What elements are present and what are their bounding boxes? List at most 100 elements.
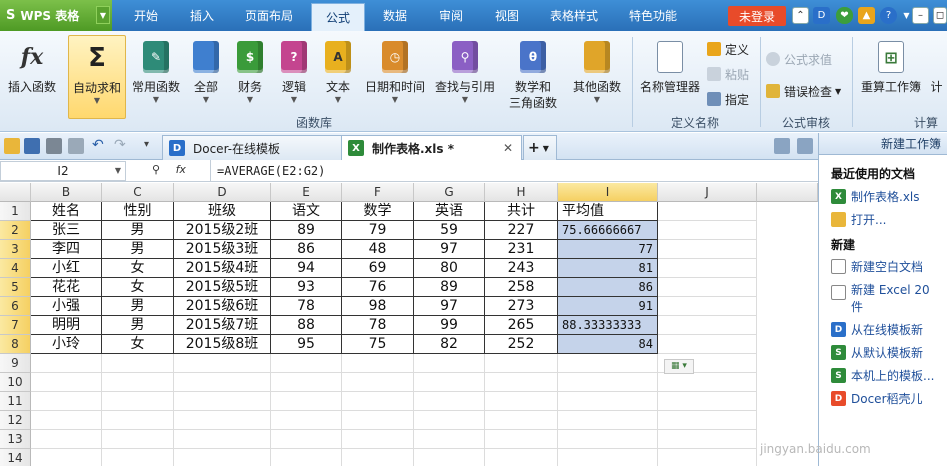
table-cell[interactable] bbox=[558, 430, 658, 449]
table-cell[interactable]: 82 bbox=[414, 335, 485, 354]
table-cell[interactable]: 75 bbox=[342, 335, 414, 354]
name-manager-button[interactable]: 名称管理器 bbox=[636, 35, 704, 119]
table-cell[interactable]: 84 bbox=[558, 335, 658, 354]
table-cell[interactable]: 小玲 bbox=[31, 335, 102, 354]
table-cell[interactable] bbox=[271, 392, 342, 411]
table-cell[interactable]: 男 bbox=[102, 297, 174, 316]
table-cell[interactable]: 男 bbox=[102, 316, 174, 335]
header-cell[interactable]: 平均值 bbox=[558, 202, 658, 221]
wps-app-button[interactable]: S WPS 表格 ▼ bbox=[0, 0, 112, 31]
table-cell[interactable] bbox=[271, 373, 342, 392]
column-header[interactable]: G bbox=[414, 183, 485, 202]
table-cell[interactable]: 94 bbox=[271, 259, 342, 278]
table-cell[interactable]: 98 bbox=[342, 297, 414, 316]
table-cell[interactable] bbox=[414, 430, 485, 449]
tab-formulas[interactable]: 公式 bbox=[311, 3, 365, 31]
chevron-down-icon[interactable]: ▼ bbox=[96, 6, 110, 24]
table-cell[interactable]: 48 bbox=[342, 240, 414, 259]
docer-link[interactable]: Docer稻壳儿 bbox=[851, 391, 923, 407]
docer-icon[interactable]: D bbox=[813, 7, 830, 24]
table-cell[interactable]: 86 bbox=[558, 278, 658, 297]
table-cell[interactable] bbox=[102, 430, 174, 449]
row-header[interactable]: 7 bbox=[0, 316, 31, 335]
table-cell[interactable] bbox=[174, 373, 271, 392]
table-cell[interactable]: 76 bbox=[342, 278, 414, 297]
new-blank-link[interactable]: 新建空白文档 bbox=[851, 259, 923, 275]
table-cell[interactable]: 231 bbox=[485, 240, 558, 259]
table-cell[interactable]: 2015级2班 bbox=[174, 221, 271, 240]
redo-icon[interactable]: ↷ bbox=[114, 138, 130, 154]
table-cell[interactable] bbox=[658, 449, 757, 466]
table-cell[interactable] bbox=[485, 373, 558, 392]
table-cell[interactable]: 252 bbox=[485, 335, 558, 354]
table-cell[interactable] bbox=[342, 392, 414, 411]
tab-current-workbook[interactable]: X 制作表格.xls * ✕ bbox=[341, 135, 522, 160]
table-cell[interactable]: 女 bbox=[102, 335, 174, 354]
autosum-button[interactable]: Σ 自动求和 ▼ bbox=[68, 35, 126, 119]
tab-insert[interactable]: 插入 bbox=[177, 0, 227, 31]
customize-toolbar-icon[interactable]: ▾ bbox=[144, 138, 160, 154]
row-header[interactable]: 8 bbox=[0, 335, 31, 354]
autofill-options-icon[interactable]: ▦ ▾ bbox=[664, 359, 694, 374]
column-header[interactable]: E bbox=[271, 183, 342, 202]
table-cell[interactable] bbox=[558, 449, 658, 466]
row-header[interactable]: 9 bbox=[0, 354, 31, 373]
table-cell[interactable] bbox=[342, 354, 414, 373]
column-header[interactable]: B bbox=[31, 183, 102, 202]
table-cell[interactable]: 258 bbox=[485, 278, 558, 297]
task-pane-title[interactable]: 新建工作簿 bbox=[819, 133, 947, 155]
table-cell[interactable] bbox=[658, 430, 757, 449]
financial-button[interactable]: $ 财务 ▼ bbox=[230, 35, 270, 119]
table-cell[interactable]: 91 bbox=[558, 297, 658, 316]
table-cell[interactable]: 李四 bbox=[31, 240, 102, 259]
table-cell[interactable] bbox=[174, 392, 271, 411]
undo-icon[interactable]: ↶ bbox=[92, 138, 108, 154]
save-icon[interactable] bbox=[24, 138, 40, 154]
table-cell[interactable] bbox=[485, 354, 558, 373]
calc-options-button[interactable]: 计 bbox=[926, 35, 947, 119]
table-cell[interactable]: 59 bbox=[414, 221, 485, 240]
table-cell[interactable]: 89 bbox=[414, 278, 485, 297]
table-cell[interactable] bbox=[342, 430, 414, 449]
math-trig-button[interactable]: θ 数学和 三角函数 bbox=[502, 35, 564, 119]
table-cell[interactable]: 273 bbox=[485, 297, 558, 316]
paste-name-button[interactable]: 粘贴 bbox=[707, 64, 749, 84]
new-tab-button[interactable]: + ▼ bbox=[523, 135, 557, 160]
table-cell[interactable]: 小红 bbox=[31, 259, 102, 278]
window-restore-icon[interactable]: ◻ bbox=[933, 7, 947, 24]
column-header[interactable]: I bbox=[558, 183, 658, 202]
table-cell[interactable] bbox=[174, 354, 271, 373]
header-cell[interactable]: 语文 bbox=[271, 202, 342, 221]
table-cell[interactable] bbox=[174, 449, 271, 466]
table-cell[interactable] bbox=[271, 430, 342, 449]
print-preview-icon[interactable] bbox=[68, 138, 84, 154]
other-functions-button[interactable]: 其他函数 ▼ bbox=[568, 35, 626, 119]
table-cell[interactable]: 2015级8班 bbox=[174, 335, 271, 354]
table-cell[interactable] bbox=[102, 373, 174, 392]
table-cell[interactable] bbox=[558, 411, 658, 430]
table-cell[interactable] bbox=[414, 373, 485, 392]
text-button[interactable]: A 文本 ▼ bbox=[318, 35, 358, 119]
row-header[interactable]: 2 bbox=[0, 221, 31, 240]
table-cell[interactable]: 女 bbox=[102, 278, 174, 297]
minimize-ribbon-icon[interactable]: ⌃ bbox=[792, 7, 809, 24]
help-icon[interactable]: ? bbox=[880, 7, 897, 24]
table-cell[interactable]: 2015级7班 bbox=[174, 316, 271, 335]
table-cell[interactable] bbox=[485, 449, 558, 466]
table-cell[interactable] bbox=[31, 392, 102, 411]
skin-icon[interactable]: ❤ bbox=[836, 7, 853, 24]
row-header[interactable]: 1 bbox=[0, 202, 31, 221]
row-header[interactable]: 3 bbox=[0, 240, 31, 259]
table-cell[interactable]: 男 bbox=[102, 221, 174, 240]
recent-doc-link[interactable]: 制作表格.xls bbox=[851, 189, 920, 205]
header-cell[interactable]: 英语 bbox=[414, 202, 485, 221]
table-cell[interactable]: 2015级5班 bbox=[174, 278, 271, 297]
table-cell[interactable]: 79 bbox=[342, 221, 414, 240]
row-header[interactable]: 4 bbox=[0, 259, 31, 278]
table-cell[interactable] bbox=[31, 373, 102, 392]
table-cell[interactable]: 265 bbox=[485, 316, 558, 335]
print-icon[interactable] bbox=[46, 138, 62, 154]
tab-page-layout[interactable]: 页面布局 bbox=[233, 0, 305, 31]
tab-home[interactable]: 开始 bbox=[121, 0, 171, 31]
table-cell[interactable] bbox=[342, 411, 414, 430]
